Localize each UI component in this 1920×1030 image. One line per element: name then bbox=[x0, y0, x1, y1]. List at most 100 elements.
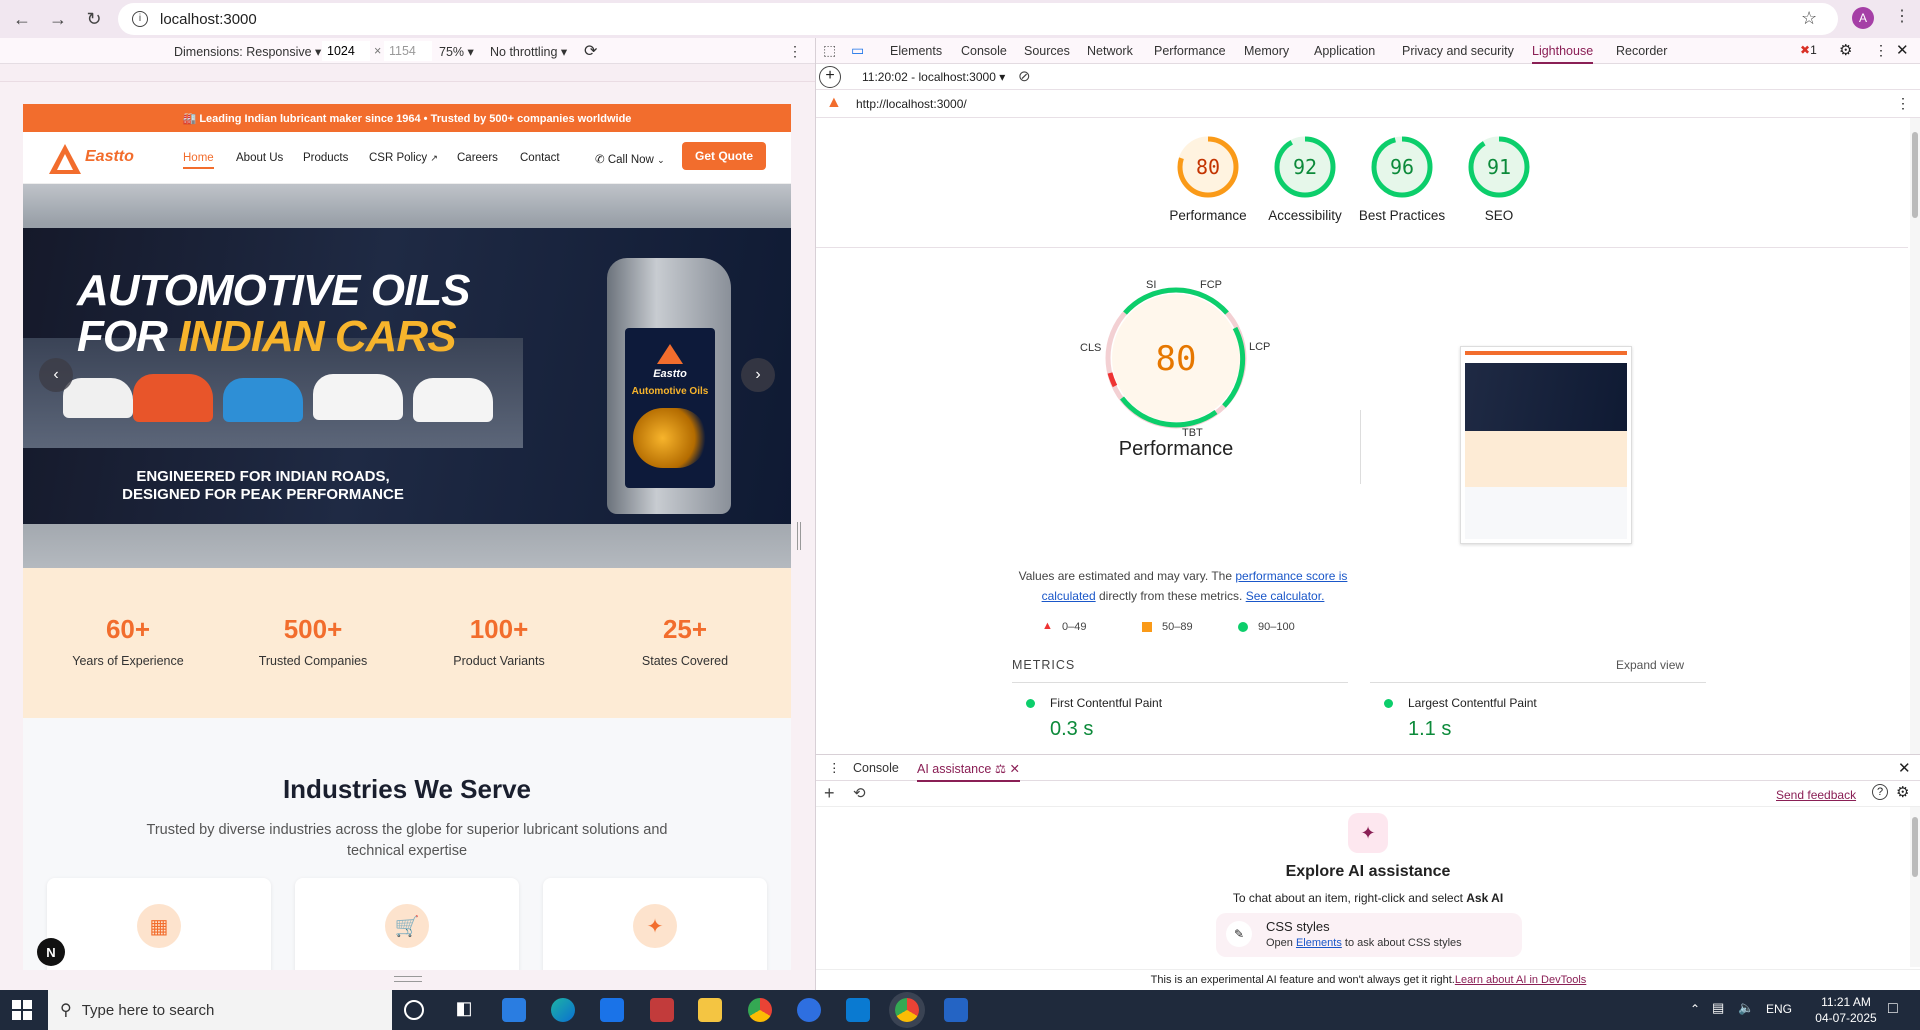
file-explorer-icon[interactable] bbox=[698, 998, 722, 1022]
network-icon[interactable]: ▤ bbox=[1712, 1000, 1724, 1016]
tab-lighthouse[interactable]: Lighthouse bbox=[1532, 44, 1594, 64]
expand-view-toggle[interactable]: Expand view bbox=[1616, 658, 1684, 672]
report-select[interactable]: 11:20:02 - localhost:3000 ▾ bbox=[862, 70, 1005, 84]
close-devtools-icon[interactable]: ✕ bbox=[1896, 41, 1909, 59]
browser-menu-icon[interactable]: ⋮ bbox=[1894, 6, 1910, 26]
tab-console[interactable]: Console bbox=[961, 44, 1007, 58]
tab-memory[interactable]: Memory bbox=[1244, 44, 1289, 58]
inspect-element-icon[interactable]: ⬚ bbox=[823, 42, 836, 59]
app-globe-icon[interactable] bbox=[797, 998, 821, 1022]
css-styles-card[interactable]: ✎ CSS styles Open Elements to ask about … bbox=[1216, 913, 1522, 957]
ai-settings-icon[interactable]: ⚙ bbox=[1896, 783, 1909, 801]
powershell-icon[interactable] bbox=[944, 998, 968, 1022]
industry-card[interactable]: 🛒 bbox=[295, 878, 519, 970]
report-menu-icon[interactable]: ⋮ bbox=[1896, 95, 1910, 112]
notifications-icon[interactable]: □ bbox=[1888, 1000, 1898, 1018]
windows-start-icon[interactable] bbox=[12, 1000, 32, 1020]
send-feedback-link[interactable]: Send feedback bbox=[1776, 788, 1856, 802]
rotate-icon[interactable]: ⟳ bbox=[584, 41, 597, 61]
get-quote-button[interactable]: Get Quote bbox=[682, 142, 766, 170]
vpn-app-icon[interactable] bbox=[650, 998, 674, 1022]
width-input[interactable] bbox=[322, 41, 370, 61]
throttling-dropdown[interactable]: No throttling ▾ bbox=[490, 44, 567, 59]
nav-products[interactable]: Products bbox=[303, 152, 348, 164]
viewport-bottom-resize-handle[interactable] bbox=[394, 976, 422, 982]
clock[interactable]: 11:21 AM 04-07-2025 bbox=[1808, 994, 1884, 1026]
drawer-tab-console[interactable]: Console bbox=[853, 761, 899, 775]
chevron-down-icon: ⌄ bbox=[657, 155, 665, 165]
final-screenshot-thumbnail[interactable] bbox=[1460, 346, 1632, 544]
nav-csr[interactable]: CSR Policy ↗ bbox=[369, 152, 438, 164]
language-indicator[interactable]: ENG bbox=[1766, 1002, 1792, 1016]
chrome-profile-icon[interactable] bbox=[895, 998, 919, 1022]
history-icon[interactable]: ⟲ bbox=[853, 784, 866, 802]
vscode-icon[interactable] bbox=[846, 998, 870, 1022]
taskbar-search[interactable]: ⚲ Type here to search bbox=[48, 990, 392, 1030]
back-icon[interactable]: ← bbox=[8, 5, 36, 33]
microsoft-store-icon[interactable] bbox=[502, 998, 526, 1022]
hero-section: AUTOMOTIVE OILS FOR INDIAN CARS ENGINEER… bbox=[23, 184, 791, 568]
nav-careers[interactable]: Careers bbox=[457, 152, 498, 164]
viewport-resize-handle[interactable] bbox=[797, 522, 801, 550]
industry-card[interactable]: ▦ bbox=[47, 878, 271, 970]
score-gauge[interactable]: 96 Best Practices bbox=[1359, 132, 1445, 242]
zoom-dropdown[interactable]: 75% ▾ bbox=[439, 44, 474, 59]
new-chat-plus-icon[interactable]: + bbox=[824, 783, 835, 804]
carousel-next-button[interactable]: › bbox=[741, 358, 775, 392]
address-bar[interactable]: i localhost:3000 bbox=[118, 3, 1838, 35]
elements-link[interactable]: Elements bbox=[1296, 937, 1342, 949]
report-scrollbar[interactable] bbox=[1910, 118, 1920, 754]
industry-card[interactable]: ✦ bbox=[543, 878, 767, 970]
score-gauge[interactable]: 92 Accessibility bbox=[1268, 132, 1342, 242]
help-icon[interactable]: ? bbox=[1872, 784, 1888, 800]
tab-application[interactable]: Application bbox=[1314, 44, 1375, 58]
tab-sources[interactable]: Sources bbox=[1024, 44, 1070, 58]
bookmark-star-icon[interactable]: ☆ bbox=[1801, 8, 1817, 29]
dimensions-dropdown[interactable]: Dimensions: Responsive ▾ bbox=[174, 44, 321, 59]
tab-network[interactable]: Network bbox=[1087, 44, 1133, 58]
close-tab-icon[interactable]: ✕ bbox=[1010, 762, 1020, 776]
settings-gear-icon[interactable]: ⚙ bbox=[1839, 41, 1852, 59]
drawer-scrollbar[interactable] bbox=[1910, 807, 1920, 967]
site-logo[interactable]: Eastto bbox=[47, 142, 147, 176]
tab-recorder[interactable]: Recorder bbox=[1616, 44, 1667, 58]
new-report-plus-icon[interactable]: + bbox=[819, 66, 841, 88]
drawer-more-icon[interactable]: ⋮ bbox=[828, 760, 841, 775]
drawer-tab-ai-assistance[interactable]: AI assistance ⚖ ✕ bbox=[917, 761, 1021, 782]
hero-title-prefix: FOR bbox=[77, 312, 179, 361]
site-header: Eastto Home About Us Products CSR Policy… bbox=[23, 132, 791, 184]
clear-reports-icon[interactable]: ⊘ bbox=[1018, 67, 1031, 85]
nav-contact[interactable]: Contact bbox=[520, 152, 560, 164]
error-counter[interactable]: ✖1 bbox=[1800, 43, 1817, 57]
carousel-prev-button[interactable]: ‹ bbox=[39, 358, 73, 392]
devtools-more-icon[interactable]: ⋮ bbox=[1874, 42, 1888, 59]
tray-chevron-icon[interactable]: ⌃ bbox=[1690, 1002, 1700, 1016]
device-toggle-icon[interactable]: ▭ bbox=[851, 42, 864, 59]
chrome-icon[interactable] bbox=[748, 998, 772, 1022]
reload-icon[interactable]: ↻ bbox=[80, 5, 108, 33]
score-gauge[interactable]: 91 SEO bbox=[1464, 132, 1534, 242]
tab-elements[interactable]: Elements bbox=[890, 44, 942, 58]
mail-icon[interactable] bbox=[600, 998, 624, 1022]
volume-icon[interactable]: 🔈 bbox=[1738, 1000, 1754, 1016]
report-scrollbar-thumb[interactable] bbox=[1912, 132, 1918, 218]
site-info-icon[interactable]: i bbox=[132, 11, 148, 27]
task-view-icon[interactable]: ◧ bbox=[452, 998, 476, 1022]
call-now-dropdown[interactable]: ✆ Call Now ⌄ bbox=[595, 152, 665, 166]
tab-privacy-security[interactable]: Privacy and security bbox=[1402, 44, 1514, 58]
close-drawer-icon[interactable]: ✕ bbox=[1898, 759, 1911, 777]
height-input[interactable] bbox=[384, 41, 432, 61]
nav-about[interactable]: About Us bbox=[236, 152, 283, 164]
score-gauge[interactable]: 80 Performance bbox=[1169, 132, 1247, 242]
nextjs-dev-badge[interactable]: N bbox=[37, 938, 65, 966]
device-more-icon[interactable]: ⋮ bbox=[788, 43, 802, 60]
profile-avatar[interactable]: A bbox=[1852, 7, 1874, 29]
edge-icon[interactable] bbox=[551, 998, 575, 1022]
nav-home[interactable]: Home bbox=[183, 152, 214, 169]
cortana-icon[interactable] bbox=[404, 1000, 424, 1020]
address-url[interactable]: localhost:3000 bbox=[160, 11, 257, 28]
forward-icon[interactable]: → bbox=[44, 5, 72, 33]
learn-ai-link[interactable]: Learn about AI in DevTools bbox=[1455, 974, 1586, 986]
tab-performance[interactable]: Performance bbox=[1154, 44, 1226, 58]
drawer-scrollbar-thumb[interactable] bbox=[1912, 817, 1918, 877]
